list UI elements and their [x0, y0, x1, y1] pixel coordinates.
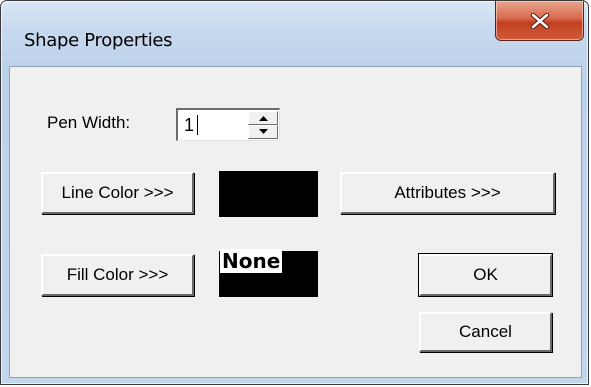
attributes-button[interactable]: Attributes >>> [340, 172, 555, 214]
fill-none-label: None [220, 249, 283, 273]
arrow-down-icon [259, 129, 268, 134]
spin-buttons [248, 111, 278, 139]
fill-color-button[interactable]: Fill Color >>> [41, 254, 194, 296]
close-icon [530, 13, 550, 29]
dialog-window: Shape Properties Pen Width: 1 Line Color… [0, 0, 589, 385]
text-caret [197, 115, 198, 135]
pen-width-input[interactable] [180, 112, 240, 138]
arrow-up-icon [259, 116, 268, 121]
close-button[interactable] [495, 1, 584, 41]
dialog-client-area: Pen Width: Line Color >>> Attributes >> [9, 66, 582, 378]
pen-width-label: Pen Width: [47, 113, 131, 132]
ok-button[interactable]: OK [418, 253, 553, 297]
window-title: Shape Properties [24, 30, 173, 51]
cancel-button[interactable]: Cancel [419, 312, 552, 352]
fill-color-swatch: None [219, 249, 318, 297]
spin-up-button[interactable] [248, 111, 278, 125]
line-color-swatch [219, 171, 318, 217]
pen-width-spinner[interactable] [176, 108, 280, 141]
spin-down-button[interactable] [248, 125, 278, 139]
line-color-button[interactable]: Line Color >>> [41, 172, 194, 214]
